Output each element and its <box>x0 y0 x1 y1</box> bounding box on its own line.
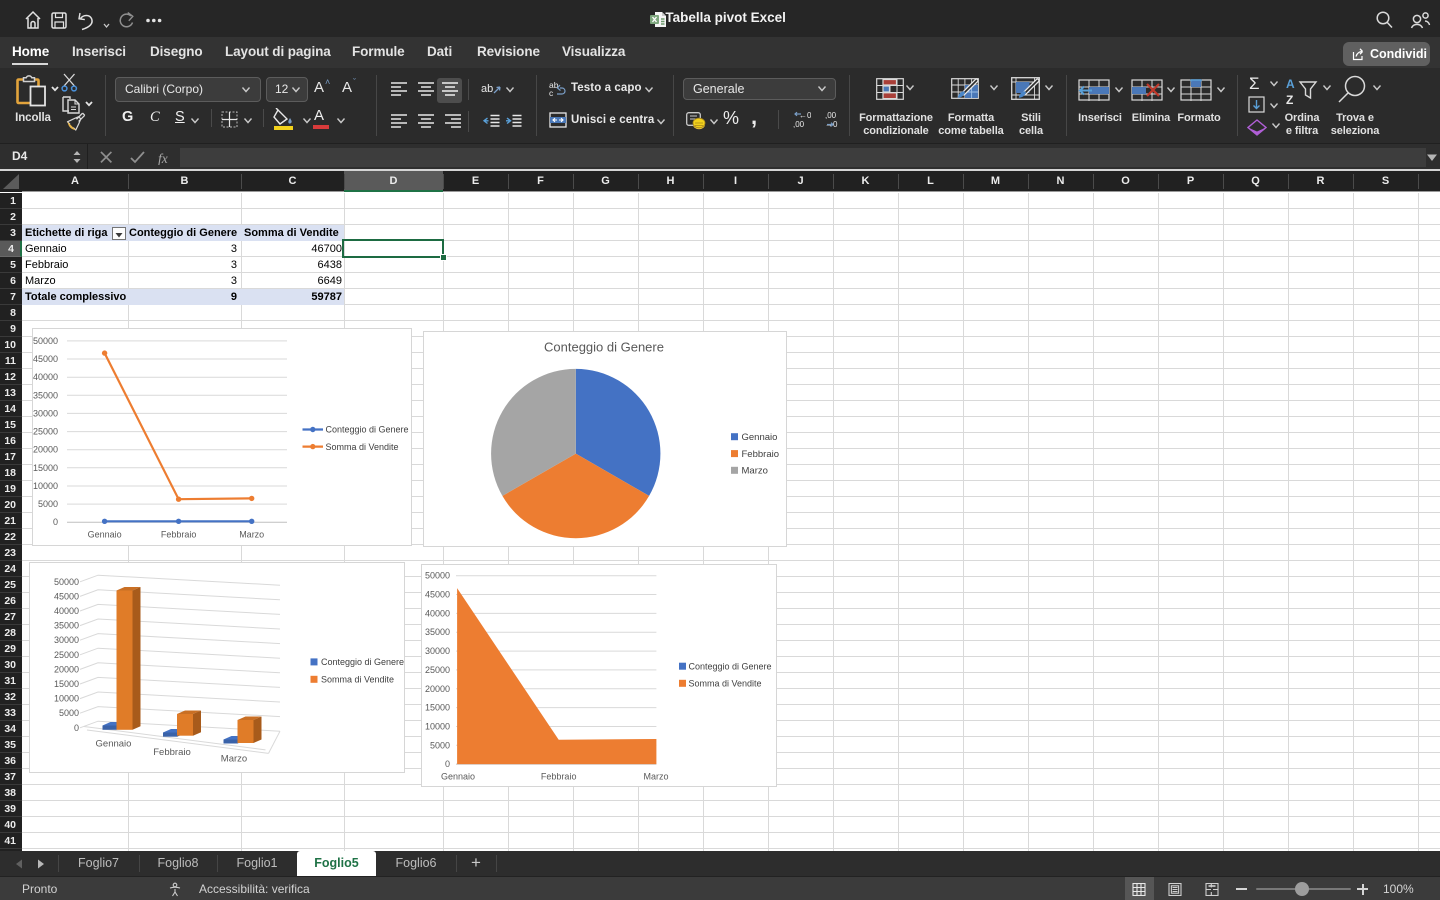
svg-text:,00: ,00 <box>793 120 805 129</box>
svg-text:Gennaio: Gennaio <box>742 432 778 443</box>
svg-text:0: 0 <box>445 759 450 769</box>
svg-text:25000: 25000 <box>54 650 79 660</box>
svg-text:Febbraio: Febbraio <box>541 772 577 782</box>
svg-text:Conteggio di Genere: Conteggio di Genere <box>326 425 409 435</box>
svg-text:Somma di Vendite: Somma di Vendite <box>321 675 394 685</box>
svg-text:25000: 25000 <box>425 665 450 675</box>
svg-text:0: 0 <box>74 723 79 733</box>
svg-text:Marzo: Marzo <box>742 466 768 477</box>
svg-text:50000: 50000 <box>33 336 58 346</box>
svg-text:45000: 45000 <box>33 354 58 364</box>
svg-text:20000: 20000 <box>33 445 58 455</box>
svg-text:Marzo: Marzo <box>239 530 264 540</box>
svg-text:30000: 30000 <box>54 635 79 645</box>
svg-text:Somma di Vendite: Somma di Vendite <box>689 678 762 688</box>
svg-text:25000: 25000 <box>33 427 58 437</box>
svg-text:20000: 20000 <box>425 684 450 694</box>
svg-text:Conteggio di Genere: Conteggio di Genere <box>544 340 664 355</box>
svg-text:40000: 40000 <box>425 608 450 618</box>
svg-text:Gennaio: Gennaio <box>96 739 132 750</box>
svg-text:Febbraio: Febbraio <box>742 449 780 460</box>
svg-text:Febbraio: Febbraio <box>161 530 197 540</box>
svg-text:Conteggio di Genere: Conteggio di Genere <box>689 661 772 671</box>
svg-text:15000: 15000 <box>33 463 58 473</box>
svg-text:50000: 50000 <box>54 577 79 587</box>
svg-text:10000: 10000 <box>54 694 79 704</box>
svg-text:5000: 5000 <box>430 740 450 750</box>
svg-text:45000: 45000 <box>54 591 79 601</box>
svg-text:Gennaio: Gennaio <box>88 530 122 540</box>
svg-text:Marzo: Marzo <box>643 772 668 782</box>
svg-text:15000: 15000 <box>425 703 450 713</box>
svg-text:Marzo: Marzo <box>221 754 247 765</box>
svg-text:fx: fx <box>158 151 168 165</box>
svg-text:5000: 5000 <box>38 499 58 509</box>
svg-text:←0: ←0 <box>799 111 811 120</box>
svg-text:0: 0 <box>53 517 58 527</box>
svg-text:Somma di Vendite: Somma di Vendite <box>326 442 399 452</box>
svg-text:45000: 45000 <box>425 590 450 600</box>
svg-text:Febbraio: Febbraio <box>153 747 191 758</box>
svg-text:50000: 50000 <box>425 571 450 581</box>
svg-text:30000: 30000 <box>425 646 450 656</box>
svg-text:35000: 35000 <box>54 621 79 631</box>
svg-text:10000: 10000 <box>33 481 58 491</box>
svg-text:,00: ,00 <box>825 111 837 120</box>
svg-text:40000: 40000 <box>33 372 58 382</box>
svg-text:A: A <box>1286 77 1295 91</box>
svg-text:30000: 30000 <box>33 408 58 418</box>
svg-text:15000: 15000 <box>54 679 79 689</box>
svg-text:Conteggio di Genere: Conteggio di Genere <box>321 657 404 667</box>
svg-text:10000: 10000 <box>425 722 450 732</box>
svg-text:20000: 20000 <box>54 664 79 674</box>
svg-text:35000: 35000 <box>425 627 450 637</box>
svg-text:5000: 5000 <box>59 708 79 718</box>
svg-text:Z: Z <box>1286 93 1293 107</box>
svg-text:35000: 35000 <box>33 390 58 400</box>
svg-text:ab: ab <box>481 83 493 95</box>
svg-text:40000: 40000 <box>54 606 79 616</box>
svg-text:Gennaio: Gennaio <box>441 772 475 782</box>
